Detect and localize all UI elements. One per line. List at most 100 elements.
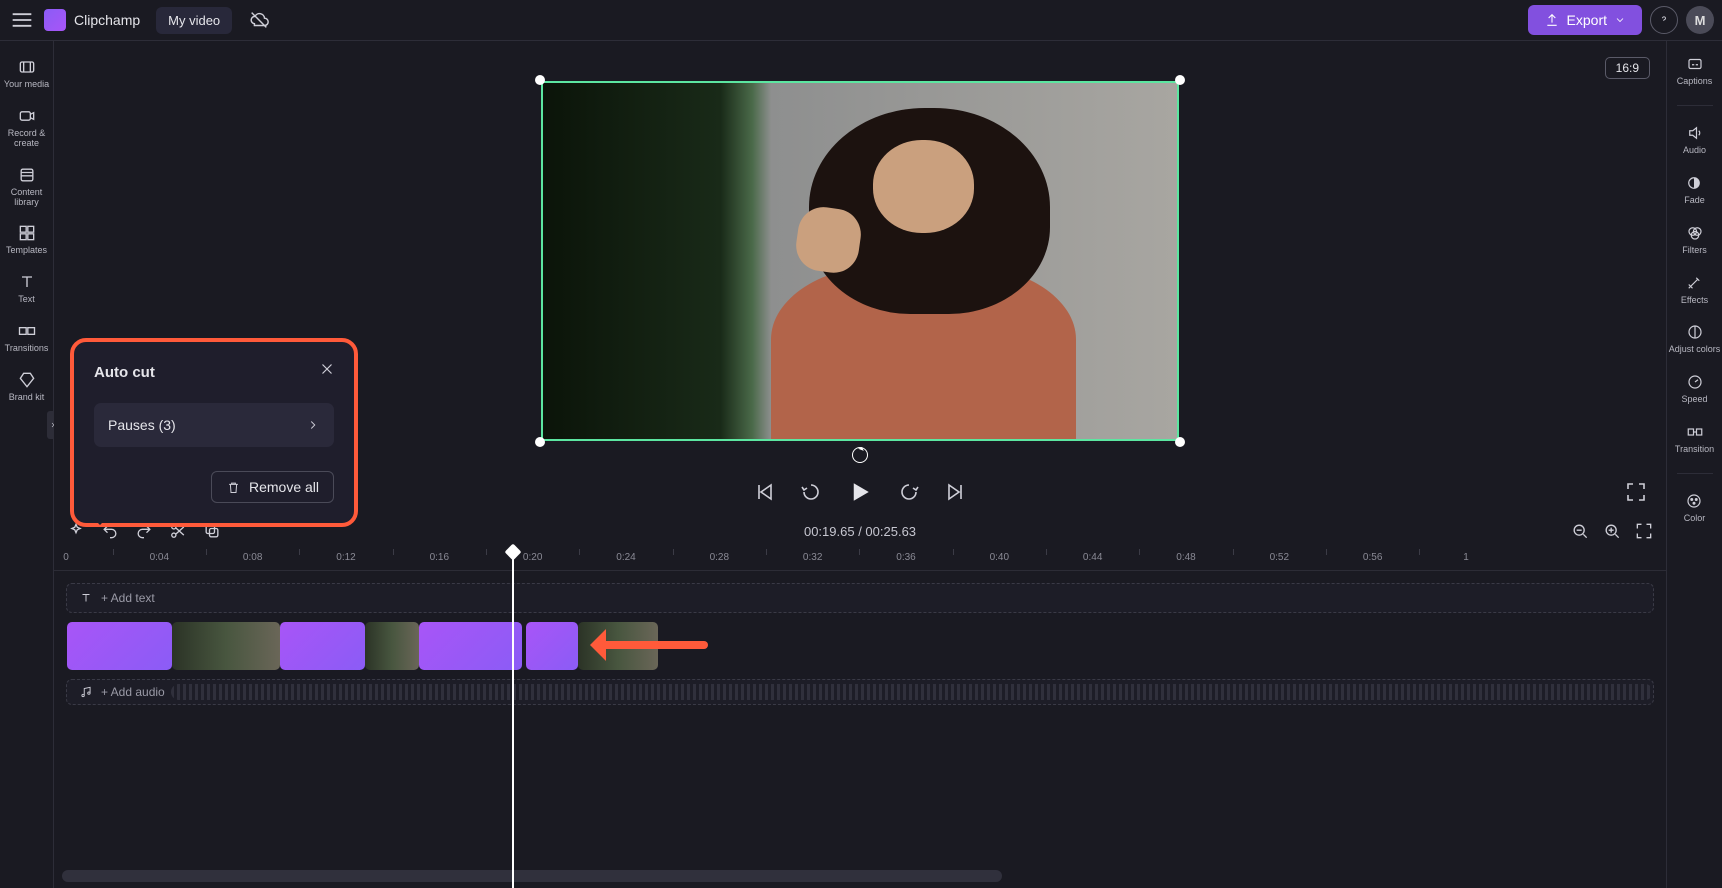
panel-label: Captions (1677, 77, 1713, 87)
popover-title: Auto cut (94, 364, 334, 381)
timecode-display: 00:19.65 / 00:25.63 (804, 524, 916, 539)
play-button[interactable] (845, 477, 875, 507)
panel-label: Effects (1681, 296, 1708, 306)
fit-timeline-button[interactable] (1634, 521, 1654, 541)
panel-transition[interactable]: Transition (1675, 423, 1714, 455)
auto-cut-popover: Auto cut Pauses (3) Remove all (74, 342, 354, 523)
sidebar-text[interactable]: Text (0, 266, 54, 309)
preview-canvas[interactable] (541, 81, 1179, 441)
resize-handle-bl[interactable] (535, 437, 545, 447)
waveform-placeholder (171, 684, 1653, 700)
time-ruler[interactable]: 00:040:080:120:160:200:240:280:320:360:4… (54, 549, 1666, 571)
playhead[interactable] (512, 549, 514, 888)
panel-captions[interactable]: Captions (1677, 55, 1713, 87)
zoom-in-button[interactable] (1602, 521, 1622, 541)
timeline: 00:040:080:120:160:200:240:280:320:360:4… (54, 549, 1666, 888)
text-track[interactable]: + Add text (66, 583, 1654, 613)
seek-back-button[interactable] (799, 480, 823, 504)
split-button[interactable] (168, 521, 188, 541)
ruler-tick: 1 (1463, 552, 1469, 563)
pause-clip[interactable] (67, 622, 172, 670)
panel-label: Speed (1681, 395, 1707, 405)
ruler-tick: 0:24 (616, 552, 635, 563)
panel-fade[interactable]: Fade (1684, 174, 1705, 206)
remove-all-label: Remove all (249, 479, 319, 495)
topbar: Clipchamp My video Export M (0, 0, 1722, 41)
video-clip[interactable] (365, 622, 419, 670)
sidebar-label: Content library (2, 188, 52, 208)
sidebar-label: Templates (6, 246, 47, 256)
sidebar-brand-kit[interactable]: Brand kit (0, 364, 54, 407)
ruler-tick: 0:32 (803, 552, 822, 563)
pause-clip[interactable] (526, 622, 578, 670)
zoom-out-button[interactable] (1570, 521, 1590, 541)
export-label: Export (1567, 12, 1607, 28)
panel-color[interactable]: Color (1684, 492, 1706, 524)
ruler-tick: 0:16 (430, 552, 449, 563)
panel-label: Filters (1682, 246, 1707, 256)
popover-close-button[interactable] (318, 360, 336, 378)
trash-icon (226, 480, 241, 495)
sidebar-templates[interactable]: Templates (0, 217, 54, 260)
brand-icon (44, 9, 66, 31)
help-button[interactable] (1650, 6, 1678, 34)
audio-track[interactable]: + Add audio (66, 679, 1654, 705)
brand-name: Clipchamp (74, 12, 140, 28)
horizontal-scrollbar[interactable] (62, 870, 1002, 882)
video-frame-face (873, 140, 974, 233)
brand-logo[interactable]: Clipchamp (44, 9, 140, 31)
panel-label: Fade (1684, 196, 1705, 206)
ruler-tick: 0:20 (523, 552, 542, 563)
timecode-total: 00:25.63 (865, 524, 916, 539)
menu-button[interactable] (8, 6, 36, 34)
left-sidebar: Your media Record & create Content libra… (0, 41, 54, 888)
fullscreen-button[interactable] (1624, 480, 1648, 504)
rotate-handle-icon[interactable] (852, 447, 868, 463)
music-note-icon (79, 685, 93, 699)
aspect-ratio-button[interactable]: 16:9 (1605, 57, 1650, 79)
sidebar-label: Transitions (5, 344, 49, 354)
skip-forward-button[interactable] (943, 480, 967, 504)
panel-adjust-colors[interactable]: Adjust colors (1669, 323, 1721, 355)
sidebar-label: Brand kit (9, 393, 45, 403)
text-icon (79, 591, 93, 605)
sidebar-record-create[interactable]: Record & create (0, 100, 54, 153)
seek-forward-button[interactable] (897, 480, 921, 504)
panel-effects[interactable]: Effects (1681, 274, 1708, 306)
remove-all-button[interactable]: Remove all (211, 471, 334, 503)
panel-label: Transition (1675, 445, 1714, 455)
redo-button[interactable] (134, 521, 154, 541)
export-button[interactable]: Export (1528, 5, 1642, 35)
sidebar-label: Record & create (2, 129, 52, 149)
resize-handle-tl[interactable] (535, 75, 545, 85)
ruler-tick: 0:44 (1083, 552, 1102, 563)
user-avatar[interactable]: M (1686, 6, 1714, 34)
skip-back-button[interactable] (753, 480, 777, 504)
panel-label: Audio (1683, 146, 1706, 156)
panel-speed[interactable]: Speed (1681, 373, 1707, 405)
group-button[interactable] (202, 521, 222, 541)
panel-filters[interactable]: Filters (1682, 224, 1707, 256)
text-track-hint: + Add text (79, 591, 155, 605)
resize-handle-br[interactable] (1175, 437, 1185, 447)
sidebar-your-media[interactable]: Your media (0, 51, 54, 94)
ruler-tick: 0:36 (896, 552, 915, 563)
ai-sparkle-button[interactable] (66, 521, 86, 541)
pauses-label: Pauses (3) (108, 417, 176, 433)
sidebar-content-library[interactable]: Content library (0, 159, 54, 212)
video-clip[interactable] (172, 622, 280, 670)
ruler-tick: 0:04 (150, 552, 169, 563)
pause-clip[interactable] (419, 622, 522, 670)
ruler-tick: 0:08 (243, 552, 262, 563)
sidebar-transitions[interactable]: Transitions (0, 315, 54, 358)
project-title[interactable]: My video (156, 7, 232, 34)
video-track[interactable] (66, 621, 1654, 671)
pause-clip[interactable] (280, 622, 365, 670)
sidebar-label: Your media (4, 80, 49, 90)
pauses-row[interactable]: Pauses (3) (94, 403, 334, 447)
sync-status-icon (248, 9, 270, 31)
resize-handle-tr[interactable] (1175, 75, 1185, 85)
panel-label: Adjust colors (1669, 345, 1721, 355)
chevron-right-icon (306, 418, 320, 432)
panel-audio[interactable]: Audio (1683, 124, 1706, 156)
